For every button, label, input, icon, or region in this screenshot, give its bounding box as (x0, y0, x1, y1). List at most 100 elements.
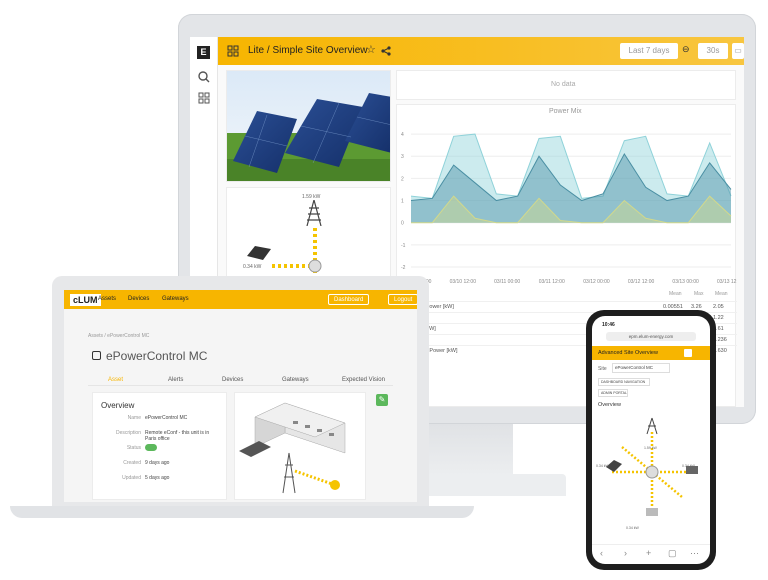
y-tick-label: 3 (401, 154, 404, 160)
site-select-value: ePowerControl MC (615, 365, 654, 370)
legend-header: Mean Max Mean (397, 291, 737, 301)
overview-card: Overview Name ePowerControl MC Description… (92, 392, 227, 500)
logout-button[interactable]: Logout (388, 294, 417, 305)
x-tick-label: 03/11 12:00 (539, 279, 565, 285)
time-range-picker[interactable]: Last 7 days (620, 43, 678, 59)
phone-overview-title: Overview (598, 402, 621, 408)
tab-devices[interactable]: Devices (222, 377, 243, 383)
x-tick-label: 03/11 00:00 (494, 279, 520, 285)
nav-devices[interactable]: Devices (128, 296, 149, 302)
nav-assets[interactable]: Assets (98, 296, 116, 302)
time-range-label: Last 7 days (628, 46, 670, 55)
overview-title: Overview (101, 401, 135, 410)
y-tick-label: 1 (401, 199, 404, 205)
tv-mode-button[interactable]: ▭ (732, 43, 744, 59)
app-logo[interactable]: E (197, 46, 210, 59)
solar-panel-icon (247, 246, 271, 260)
y-tick-label: 2 (401, 176, 404, 182)
tabs-icon[interactable]: ▢ (668, 548, 677, 559)
phone-bottom-bar: ‹ › + ▢ ⋯ (592, 544, 710, 564)
tab-asset[interactable]: Asset (108, 377, 123, 383)
y-tick-label: 4 (401, 132, 404, 138)
laptop-screen: cLUM Assets Devices Gateways Dashboard L… (64, 290, 417, 502)
star-icon[interactable]: ☆ (366, 43, 376, 56)
url-bar[interactable]: epm.elum-energy.com (606, 332, 696, 341)
y-tick-label: -1 (401, 243, 406, 249)
field-label: Name (127, 415, 141, 421)
back-icon[interactable]: ‹ (600, 548, 603, 558)
field-label: Description (115, 430, 141, 436)
status-toggle[interactable] (145, 444, 157, 451)
field-value: Remote eConf - this unit is in Paris off… (145, 430, 210, 442)
y-tick-label: 0 (401, 221, 404, 227)
url-text: epm.elum-energy.com (628, 334, 674, 339)
menu-button[interactable] (684, 349, 692, 357)
field-value: 5 days ago (145, 475, 170, 481)
phone-load-value: 0.34 kW (682, 464, 695, 468)
apps-icon (227, 45, 239, 57)
edit-button[interactable]: ✎ (376, 394, 388, 406)
dashboard-button[interactable]: Dashboard (328, 294, 370, 305)
phone-title[interactable]: Advanced Site Overview (598, 350, 658, 356)
field-value: 9 days ago (145, 460, 170, 466)
no-data-panel: No data (396, 70, 736, 100)
x-tick-label: 03/13 12:00 (717, 279, 737, 285)
site-label: Site (598, 366, 607, 372)
laptop-base (10, 506, 474, 518)
power-mix-chart: 43210-1-203/10 00:0003/10 12:0003/11 00:… (401, 132, 737, 285)
solar-power-value: 0.34 kW (243, 264, 262, 270)
field-label: Status (126, 445, 141, 451)
legend-col-mean: Mean (669, 291, 682, 297)
device-icon (92, 351, 101, 360)
legend-col-mean2: Mean (715, 291, 728, 297)
zoom-out-icon[interactable]: ⊖ (682, 44, 690, 55)
more-icon[interactable]: ⋯ (690, 548, 699, 559)
breadcrumb[interactable]: Assets / ePowerControl MC (88, 333, 149, 339)
x-tick-label: 03/12 00:00 (583, 279, 610, 285)
phone-topbar: Advanced Site Overview (592, 346, 710, 360)
dashboard-navigation-button[interactable]: DASHBOARD NAVIGATION (598, 378, 650, 386)
x-tick-label: 03/12 12:00 (628, 279, 655, 285)
legend-col-max: Max (694, 291, 704, 297)
tab-gateways[interactable]: Gateways (282, 377, 309, 383)
x-tick-label: 03/13 00:00 (672, 279, 699, 285)
pylon-icon (306, 200, 322, 226)
no-data-text: No data (551, 81, 576, 88)
share-icon[interactable] (381, 46, 391, 56)
nav1-label: DASHBOARD NAVIGATION (601, 380, 646, 384)
phone-grid-value: 1.59 kW (644, 446, 657, 450)
phone-screen: 10:46 epm.elum-energy.com Advanced Site … (592, 316, 710, 564)
dashboards-grid-icon[interactable] (198, 92, 210, 104)
search-icon[interactable] (198, 71, 210, 83)
site-illustration-card (234, 392, 366, 500)
tab-alerts[interactable]: Alerts (168, 377, 183, 383)
solar-panels-image (226, 70, 391, 182)
phone-battery-value: 0.34 kW (626, 526, 639, 530)
new-tab-icon[interactable]: + (646, 548, 651, 558)
nav-gateways[interactable]: Gateways (162, 296, 189, 302)
x-tick-label: 03/10 12:00 (450, 279, 477, 285)
breadcrumb[interactable]: Lite / Simple Site Overview (248, 45, 368, 56)
chart-title: Power Mix (549, 108, 582, 115)
page-title: ePowerControl MC (106, 349, 208, 363)
refresh-interval: 30s (706, 46, 720, 55)
field-label: Updated (122, 475, 141, 481)
admin-portal-button[interactable]: ADMIN PORTAL (598, 389, 628, 397)
legend-cell-v3: 2.05 (713, 304, 724, 310)
nav2-label: ADMIN PORTAL (601, 391, 627, 395)
phone-flow-diagram (606, 417, 698, 516)
tab-expected-vision[interactable]: Expected Vision (342, 377, 385, 383)
forward-icon[interactable]: › (624, 548, 627, 558)
y-tick-label: -2 (401, 265, 406, 271)
field-label: Created (123, 460, 141, 466)
solar-panels-illustration (227, 71, 390, 181)
status-time: 10:46 (602, 322, 615, 328)
building-illustration (239, 402, 346, 494)
site-select[interactable]: ePowerControl MC (612, 363, 670, 373)
monitor-neck (423, 424, 513, 476)
refresh-picker[interactable]: 30s (698, 43, 728, 59)
laptop-topbar: cLUM Assets Devices Gateways Dashboard L… (64, 290, 417, 309)
elum-logo[interactable]: cLUM (70, 294, 101, 306)
field-value: ePowerControl MC (145, 415, 188, 421)
monitor-topbar: Lite / Simple Site Overview ☆ Last 7 day… (218, 37, 744, 65)
